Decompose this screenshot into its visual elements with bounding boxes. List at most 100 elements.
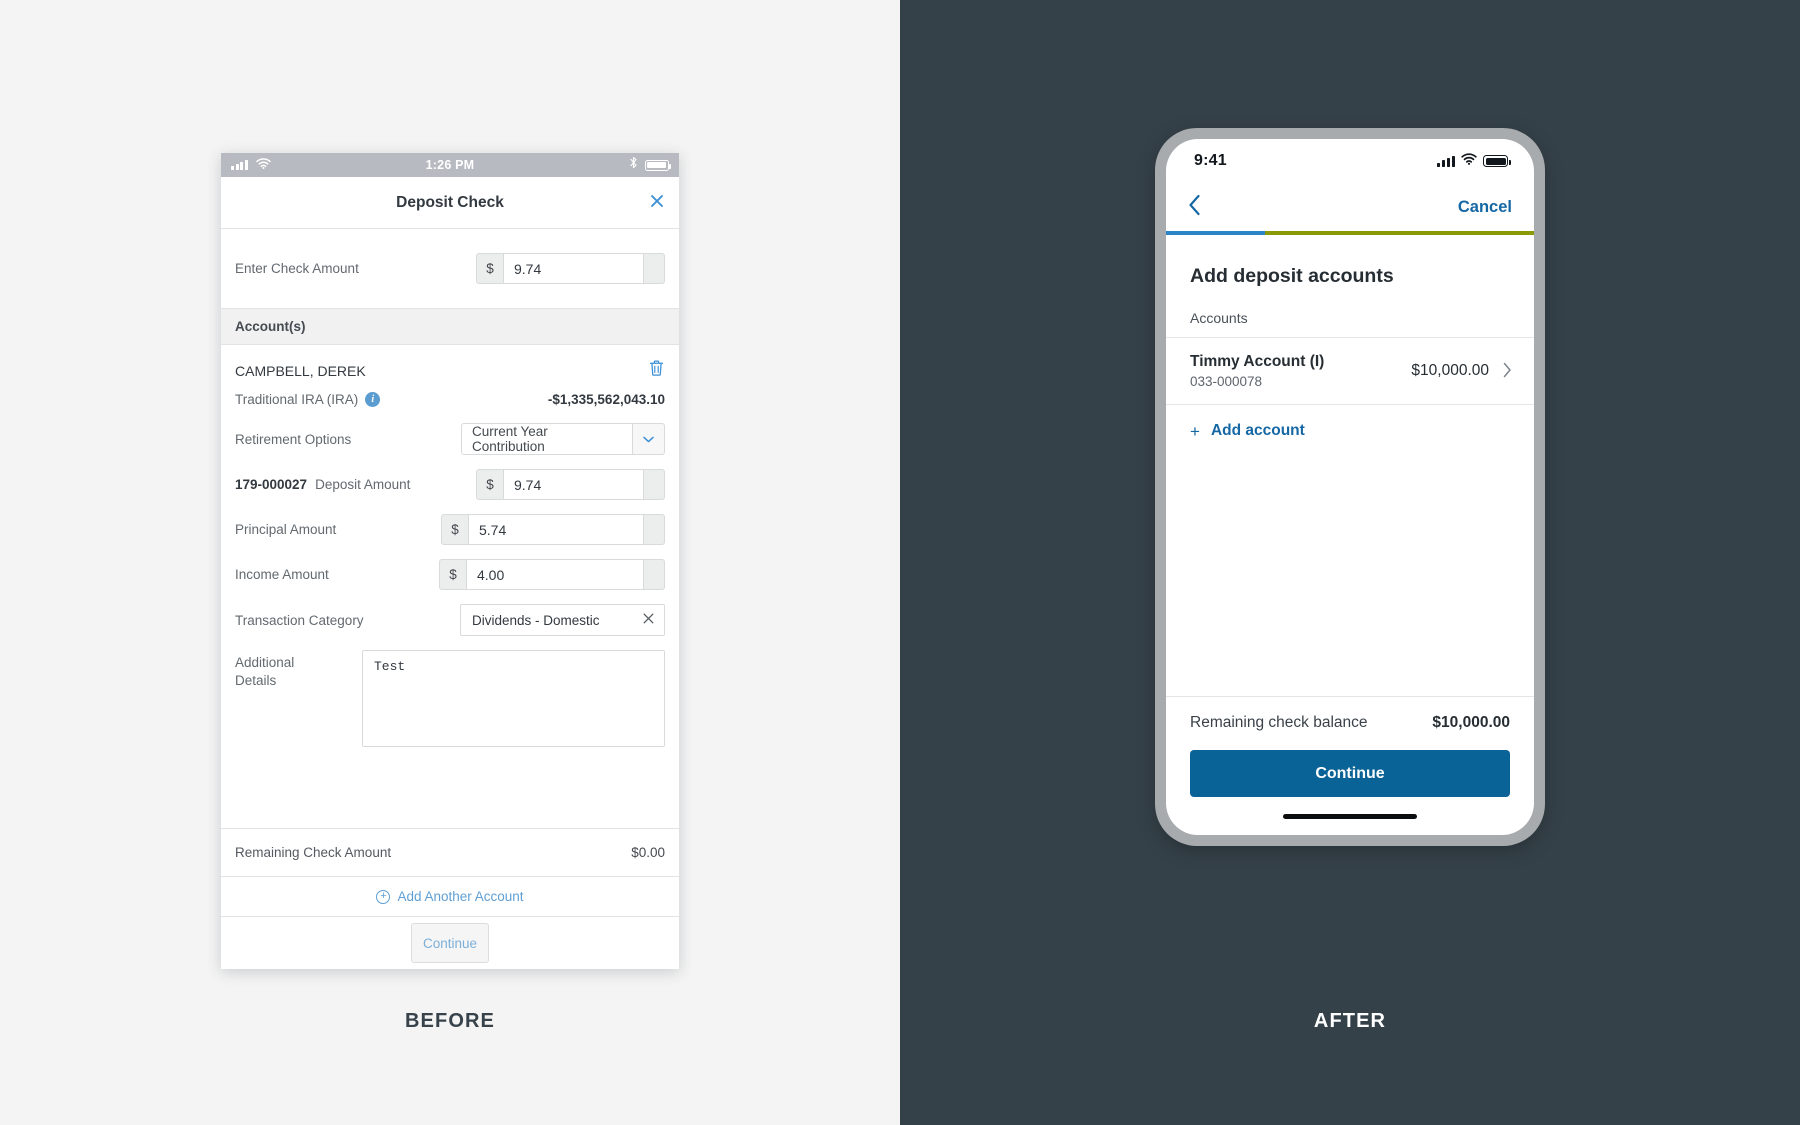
close-icon[interactable] bbox=[649, 193, 665, 213]
continue-button[interactable]: Continue bbox=[1190, 750, 1510, 797]
check-amount-field-group: $ 9.74 bbox=[476, 253, 665, 284]
deposit-amount-suffix bbox=[644, 469, 665, 500]
phone-mockup: 9:41 Cancel Add deposit accounts Account… bbox=[1155, 128, 1545, 846]
modal-header: Deposit Check bbox=[221, 177, 679, 229]
account-number: 179-000027 bbox=[235, 477, 308, 492]
retirement-options-select[interactable]: Current Year Contribution bbox=[461, 423, 665, 455]
after-nav-bar: Cancel bbox=[1166, 183, 1534, 231]
account-number: 033-000078 bbox=[1190, 374, 1263, 389]
info-icon[interactable]: i bbox=[365, 392, 381, 407]
home-indicator[interactable] bbox=[1283, 813, 1417, 819]
income-currency-symbol: $ bbox=[439, 559, 466, 590]
trash-icon[interactable] bbox=[648, 359, 665, 382]
remaining-check-amount-row: Remaining Check Amount $0.00 bbox=[221, 828, 679, 876]
transaction-category-label: Transaction Category bbox=[235, 612, 364, 628]
additional-details-row: Additional Details Test bbox=[235, 650, 665, 747]
after-status-right bbox=[1436, 152, 1511, 170]
check-amount-input[interactable]: 9.74 bbox=[503, 253, 644, 284]
account-detail-body: CAMPBELL, DEREK Traditional IRA (IRA) i … bbox=[221, 345, 679, 828]
continue-button-wrapper: Continue bbox=[1166, 732, 1534, 797]
income-amount-input[interactable]: 4.00 bbox=[466, 559, 644, 590]
plus-circle-icon: + bbox=[376, 889, 391, 904]
deposit-amount-label: Deposit Amount bbox=[315, 477, 411, 492]
add-account-label: Add account bbox=[1210, 422, 1305, 439]
before-clock: 1:26 PM bbox=[425, 158, 475, 172]
enter-check-amount-row: Enter Check Amount $ 9.74 bbox=[221, 229, 679, 309]
battery-icon bbox=[644, 159, 672, 171]
accounts-list-label: Accounts bbox=[1190, 310, 1248, 326]
retirement-options-label: Retirement Options bbox=[235, 431, 352, 447]
battery-icon bbox=[1483, 155, 1511, 167]
additional-details-textarea[interactable]: Test bbox=[362, 650, 665, 747]
add-account-button[interactable]: + Add account bbox=[1166, 405, 1534, 457]
principal-currency-symbol: $ bbox=[441, 514, 468, 545]
cancel-button[interactable]: Cancel bbox=[1458, 198, 1512, 217]
deposit-amount-input[interactable]: 9.74 bbox=[503, 469, 644, 500]
account-type-label: Traditional IRA (IRA) bbox=[235, 392, 359, 407]
add-another-account-button[interactable]: + Add Another Account bbox=[221, 876, 679, 916]
phone-screen: 9:41 Cancel Add deposit accounts Account… bbox=[1166, 139, 1534, 835]
principal-amount-field-group: $ 5.74 bbox=[441, 514, 665, 545]
remaining-check-amount-value: $0.00 bbox=[631, 845, 665, 860]
check-amount-suffix bbox=[644, 253, 665, 284]
deposit-check-modal: 1:26 PM Deposit Check Enter Check Amount… bbox=[221, 153, 679, 969]
chevron-down-icon[interactable] bbox=[633, 423, 665, 455]
remaining-balance-value: $10,000.00 bbox=[1432, 714, 1510, 731]
account-amount: $10,000.00 bbox=[1411, 362, 1489, 379]
deposit-amount-field-group: $ 9.74 bbox=[476, 469, 665, 500]
transaction-category-value: Dividends - Domestic bbox=[472, 612, 600, 628]
before-caption: BEFORE bbox=[405, 1010, 495, 1032]
chevron-left-icon[interactable] bbox=[1188, 194, 1201, 221]
deposit-amount-row: 179-000027 Deposit Amount $ 9.74 bbox=[235, 469, 665, 500]
wifi-icon bbox=[255, 156, 271, 174]
remaining-check-amount-label: Remaining Check Amount bbox=[235, 845, 392, 860]
continue-button[interactable]: Continue bbox=[411, 923, 489, 963]
after-content: Add deposit accounts Accounts Timmy Acco… bbox=[1166, 235, 1534, 835]
after-caption: AFTER bbox=[1313, 1010, 1387, 1032]
cellular-bars-icon bbox=[1436, 155, 1455, 167]
before-status-right bbox=[524, 156, 672, 174]
income-amount-field-group: $ 4.00 bbox=[439, 559, 665, 590]
deposit-currency-symbol: $ bbox=[476, 469, 503, 500]
before-panel: 1:26 PM Deposit Check Enter Check Amount… bbox=[0, 0, 900, 1125]
before-after-comparison: 1:26 PM Deposit Check Enter Check Amount… bbox=[0, 0, 1800, 1125]
accounts-section-header: Account(s) bbox=[221, 309, 679, 345]
after-panel: 9:41 Cancel Add deposit accounts Account… bbox=[900, 0, 1800, 1125]
before-status-bar: 1:26 PM bbox=[221, 153, 679, 177]
principal-amount-row: Principal Amount $ 5.74 bbox=[235, 514, 665, 545]
chevron-right-icon bbox=[1503, 362, 1512, 381]
remaining-balance-label: Remaining check balance bbox=[1190, 714, 1368, 731]
page-title: Add deposit accounts bbox=[1190, 265, 1394, 287]
cellular-bars-icon bbox=[231, 160, 248, 170]
currency-symbol: $ bbox=[476, 253, 503, 284]
remaining-balance-row: Remaining check balance $10,000.00 bbox=[1166, 696, 1534, 732]
principal-amount-suffix bbox=[644, 514, 665, 545]
principal-amount-input[interactable]: 5.74 bbox=[468, 514, 644, 545]
account-owner-row: CAMPBELL, DEREK bbox=[235, 359, 665, 382]
after-status-bar: 9:41 bbox=[1166, 139, 1534, 183]
account-name: Timmy Account (I) bbox=[1190, 353, 1325, 370]
transaction-category-field[interactable]: Dividends - Domestic bbox=[460, 604, 665, 636]
clear-icon[interactable] bbox=[642, 612, 655, 628]
before-modal-footer: Continue bbox=[221, 916, 679, 969]
transaction-category-row: Transaction Category Dividends - Domesti… bbox=[235, 604, 665, 636]
after-clock: 9:41 bbox=[1194, 152, 1227, 169]
retirement-options-row: Retirement Options Current Year Contribu… bbox=[235, 423, 665, 455]
before-status-left bbox=[231, 156, 376, 174]
add-another-account-label: Add Another Account bbox=[397, 889, 524, 904]
account-balance: -$1,335,562,043.10 bbox=[547, 392, 665, 407]
account-type-row: Traditional IRA (IRA) i -$1,335,562,043.… bbox=[235, 392, 665, 407]
modal-title: Deposit Check bbox=[396, 193, 504, 211]
income-amount-row: Income Amount $ 4.00 bbox=[235, 559, 665, 590]
bluetooth-icon bbox=[629, 156, 638, 174]
retirement-options-value[interactable]: Current Year Contribution bbox=[461, 423, 633, 455]
income-amount-suffix bbox=[644, 559, 665, 590]
principal-amount-label: Principal Amount bbox=[235, 522, 337, 537]
account-list-item[interactable]: Timmy Account (I) 033-000078 $10,000.00 bbox=[1166, 337, 1534, 405]
enter-check-amount-label: Enter Check Amount bbox=[235, 261, 359, 276]
wifi-icon bbox=[1461, 152, 1477, 170]
account-info: Timmy Account (I) 033-000078 bbox=[1190, 353, 1324, 389]
plus-icon: + bbox=[1190, 421, 1200, 441]
account-owner-name: CAMPBELL, DEREK bbox=[235, 362, 366, 379]
